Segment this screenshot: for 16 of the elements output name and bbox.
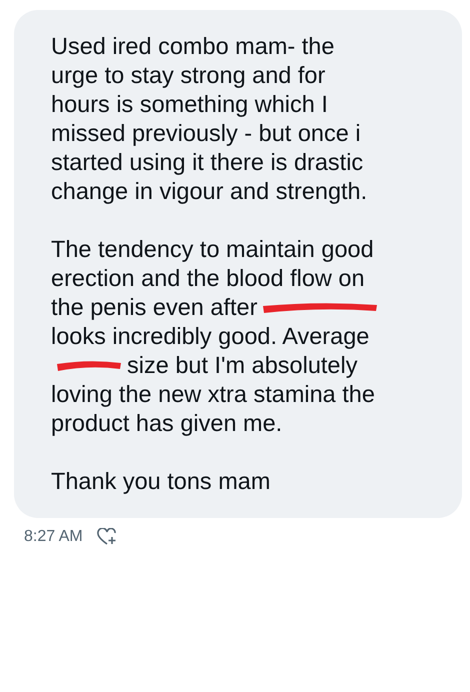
message-text: urge to stay strong and for	[51, 61, 326, 90]
message-text: the penis even after	[51, 293, 258, 322]
heart-plus-icon[interactable]	[96, 528, 117, 546]
message-text: The tendency to maintain good	[51, 235, 374, 264]
message-text: started using it there is drastic	[51, 148, 364, 177]
message-text: Used ired combo mam- the	[51, 32, 334, 61]
message-text: size but I'm absolutely	[127, 351, 358, 380]
message-text: Thank you tons mam	[51, 467, 270, 496]
message-text: loving the new xtra stamina the	[51, 380, 375, 409]
message-text: product has given me.	[51, 409, 282, 438]
message-text: looks incredibly good. Average	[51, 322, 370, 351]
message-time: 8:27 AM	[24, 528, 83, 546]
message-text: erection and the blood flow on	[51, 264, 365, 293]
message-text: change in vigour and strength.	[51, 177, 368, 206]
message-text: missed previously - but once i	[51, 119, 361, 148]
message-text: hours is something which I	[51, 90, 328, 119]
